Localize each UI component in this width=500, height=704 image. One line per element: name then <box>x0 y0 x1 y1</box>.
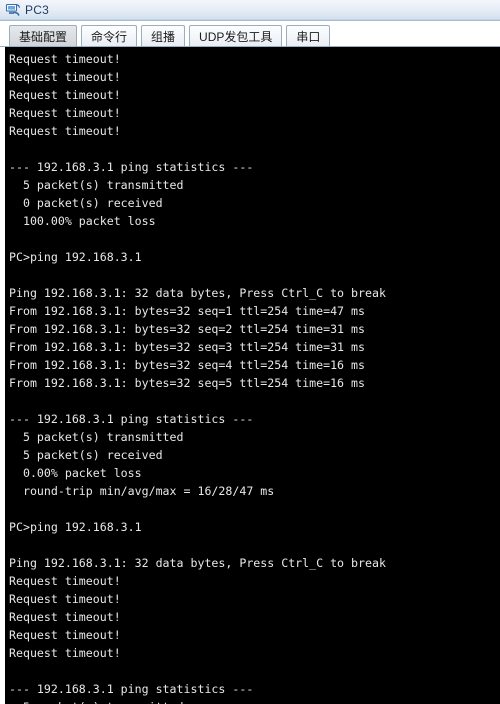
terminal-line: 100.00% packet loss <box>9 214 156 228</box>
title-bar: PC3 <box>0 0 500 21</box>
terminal-line: Request timeout! <box>9 646 121 660</box>
terminal-line: Request timeout! <box>9 628 121 642</box>
tab-serial-port[interactable]: 串口 <box>286 25 331 46</box>
terminal-line: PC>ping 192.168.3.1 <box>9 250 142 264</box>
terminal-line: Request timeout! <box>9 592 121 606</box>
terminal-line: Request timeout! <box>9 52 121 66</box>
terminal-line: Ping 192.168.3.1: 32 data bytes, Press C… <box>9 556 386 570</box>
terminal-line: Request timeout! <box>9 88 121 102</box>
terminal-line: 5 packet(s) transmitted <box>9 178 184 192</box>
terminal-line: --- 192.168.3.1 ping statistics --- <box>9 682 254 696</box>
terminal-line: 5 packet(s) received <box>9 448 163 462</box>
tab-strip: 基础配置 命令行 组播 UDP发包工具 串口 <box>0 21 500 47</box>
terminal-line: 0.00% packet loss <box>9 466 142 480</box>
terminal-line: round-trip min/avg/max = 16/28/47 ms <box>9 484 275 498</box>
terminal-output: Request timeout! Request timeout! Request … <box>9 50 500 704</box>
tab-multicast[interactable]: 组播 <box>141 25 186 46</box>
terminal-line: Request timeout! <box>9 106 121 120</box>
terminal-line: 5 packet(s) transmitted <box>9 698 500 704</box>
pc-terminal-icon <box>5 2 21 18</box>
tab-udp-packet-tool[interactable]: UDP发包工具 <box>189 25 283 46</box>
terminal-line: 0 packet(s) received <box>9 196 163 210</box>
terminal-line: Request timeout! <box>9 124 121 138</box>
terminal-line: From 192.168.3.1: bytes=32 seq=2 ttl=254… <box>9 322 365 336</box>
terminal-line: PC>ping 192.168.3.1 <box>9 520 142 534</box>
terminal-line: Request timeout! <box>9 610 121 624</box>
terminal-line: --- 192.168.3.1 ping statistics --- <box>9 160 254 174</box>
terminal-container: Request timeout! Request timeout! Request … <box>0 47 500 704</box>
terminal-console[interactable]: Request timeout! Request timeout! Request … <box>5 47 500 704</box>
terminal-line: From 192.168.3.1: bytes=32 seq=4 ttl=254… <box>9 358 365 372</box>
terminal-line: From 192.168.3.1: bytes=32 seq=3 ttl=254… <box>9 340 365 354</box>
tab-command-line[interactable]: 命令行 <box>81 25 138 46</box>
window-title: PC3 <box>25 3 49 17</box>
terminal-line: Request timeout! <box>9 70 121 84</box>
terminal-line: --- 192.168.3.1 ping statistics --- <box>9 412 254 426</box>
pc3-window: PC3 基础配置 命令行 组播 UDP发包工具 串口 Request timeo… <box>0 0 500 704</box>
terminal-line: Ping 192.168.3.1: 32 data bytes, Press C… <box>9 286 386 300</box>
terminal-line: From 192.168.3.1: bytes=32 seq=1 ttl=254… <box>9 304 365 318</box>
terminal-line: From 192.168.3.1: bytes=32 seq=5 ttl=254… <box>9 376 365 390</box>
tab-basic-config[interactable]: 基础配置 <box>9 25 78 46</box>
terminal-line: 5 packet(s) transmitted <box>9 430 184 444</box>
terminal-line: Request timeout! <box>9 574 121 588</box>
